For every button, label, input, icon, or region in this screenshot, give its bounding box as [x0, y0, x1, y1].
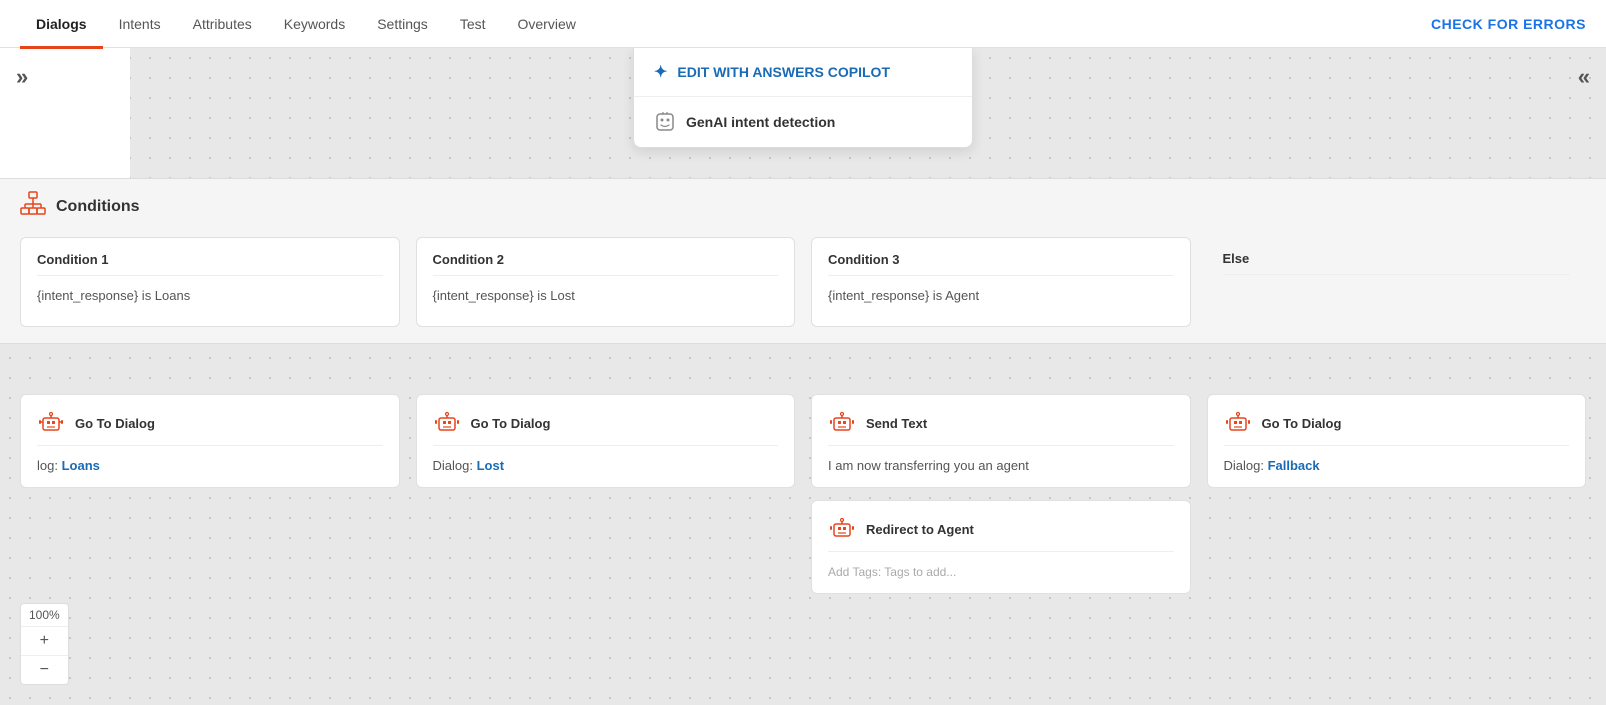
genai-detection-option[interactable]: GenAI intent detection	[634, 97, 972, 147]
genai-icon	[654, 111, 676, 133]
condition-3-title: Condition 3	[828, 252, 1174, 276]
zoom-level-display: 100%	[21, 604, 68, 627]
condition-card-2: Condition 2 {intent_response} is Lost	[416, 237, 796, 327]
action-column-2: Go To Dialog Dialog: Lost	[416, 394, 796, 594]
action-body-prefix-1: log:	[37, 458, 62, 473]
actions-section: Go To Dialog log: Loans	[0, 378, 1606, 610]
robot-icon-1	[37, 409, 65, 437]
action-body-4: Dialog: Fallback	[1224, 458, 1570, 473]
action-card-header-2: Go To Dialog	[433, 409, 779, 446]
collapse-left-button[interactable]: »	[16, 64, 28, 90]
condition-2-value: {intent_response} is Lost	[433, 288, 779, 303]
condition-card-1: Condition 1 {intent_response} is Loans	[20, 237, 400, 327]
action-title-4: Go To Dialog	[1262, 416, 1342, 431]
action-column-4: Go To Dialog Dialog: Fallback	[1207, 394, 1587, 594]
action-body-1: log: Loans	[37, 458, 383, 473]
left-panel: »	[0, 48, 130, 178]
action-title-1: Go To Dialog	[75, 416, 155, 431]
action-link-lost[interactable]: Lost	[477, 458, 504, 473]
condition-2-title: Condition 2	[433, 252, 779, 276]
add-tags-placeholder: Add Tags: Tags to add...	[828, 565, 956, 579]
conditions-header: Conditions	[20, 191, 1586, 223]
zoom-in-button[interactable]: +	[21, 627, 68, 656]
action-card-go-dialog-fallback: Go To Dialog Dialog: Fallback	[1207, 394, 1587, 488]
conditions-icon	[20, 191, 46, 223]
action-body-2: Dialog: Lost	[433, 458, 779, 473]
edit-copilot-option[interactable]: ✦ EDIT WITH ANSWERS COPILOT	[634, 48, 972, 97]
conditions-title: Conditions	[56, 198, 140, 216]
tab-dialogs[interactable]: Dialogs	[20, 2, 103, 49]
genai-detection-label: GenAI intent detection	[686, 114, 835, 130]
action-card-go-dialog-lost: Go To Dialog Dialog: Lost	[416, 394, 796, 488]
condition-else-card: Else	[1207, 237, 1587, 327]
tab-intents[interactable]: Intents	[103, 2, 177, 49]
check-errors-button[interactable]: CHECK FOR ERRORS	[1431, 16, 1586, 32]
collapse-right-button[interactable]: «	[1578, 64, 1590, 90]
action-title-3: Send Text	[866, 416, 927, 431]
action-card-redirect-agent: Redirect to Agent Add Tags: Tags to add.…	[811, 500, 1191, 594]
action-link-loans[interactable]: Loans	[62, 458, 100, 473]
action-body-prefix-4: Dialog:	[1224, 458, 1268, 473]
robot-icon-4	[1224, 409, 1252, 437]
dropdown-panel: ✦ EDIT WITH ANSWERS COPILOT GenAI intent…	[633, 48, 973, 148]
condition-else-title: Else	[1223, 251, 1571, 275]
top-navigation: Dialogs Intents Attributes Keywords Sett…	[0, 0, 1606, 48]
condition-1-title: Condition 1	[37, 252, 383, 276]
action-card-header-1: Go To Dialog	[37, 409, 383, 446]
tab-settings[interactable]: Settings	[361, 2, 444, 49]
tab-overview[interactable]: Overview	[502, 2, 592, 49]
robot-icon-3b	[828, 515, 856, 543]
robot-icon-3	[828, 409, 856, 437]
action-column-3: Send Text I am now transferring you an a…	[811, 394, 1191, 594]
action-card-header-3b: Redirect to Agent	[828, 515, 1174, 552]
nav-tabs: Dialogs Intents Attributes Keywords Sett…	[20, 0, 592, 47]
tab-keywords[interactable]: Keywords	[268, 2, 361, 49]
zoom-controls: 100% + −	[20, 603, 69, 685]
conditions-section: Conditions Condition 1 {intent_response}…	[0, 178, 1606, 344]
action-body-prefix-2: Dialog:	[433, 458, 477, 473]
zoom-out-button[interactable]: −	[21, 656, 68, 684]
action-body-3: I am now transferring you an agent	[828, 458, 1174, 473]
sparkle-icon: ✦	[654, 62, 667, 82]
tab-attributes[interactable]: Attributes	[177, 2, 268, 49]
condition-1-value: {intent_response} is Loans	[37, 288, 383, 303]
condition-card-3: Condition 3 {intent_response} is Agent	[811, 237, 1191, 327]
conditions-grid: Condition 1 {intent_response} is Loans C…	[20, 237, 1586, 327]
action-card-header-3: Send Text	[828, 409, 1174, 446]
action-body-3b: Add Tags: Tags to add...	[828, 564, 1174, 579]
condition-3-value: {intent_response} is Agent	[828, 288, 1174, 303]
action-card-send-text: Send Text I am now transferring you an a…	[811, 394, 1191, 488]
robot-icon-2	[433, 409, 461, 437]
tab-test[interactable]: Test	[444, 2, 502, 49]
action-card-header-4: Go To Dialog	[1224, 409, 1570, 446]
action-card-go-dialog-loans: Go To Dialog log: Loans	[20, 394, 400, 488]
action-title-2: Go To Dialog	[471, 416, 551, 431]
action-column-1: Go To Dialog log: Loans	[20, 394, 400, 594]
canvas-area: » « ✦ EDIT WITH ANSWERS COPILOT GenAI in…	[0, 48, 1606, 705]
right-panel-toggle: «	[1562, 48, 1606, 106]
edit-copilot-label: EDIT WITH ANSWERS COPILOT	[677, 64, 890, 80]
action-link-fallback[interactable]: Fallback	[1268, 458, 1320, 473]
action-title-3b: Redirect to Agent	[866, 522, 974, 537]
